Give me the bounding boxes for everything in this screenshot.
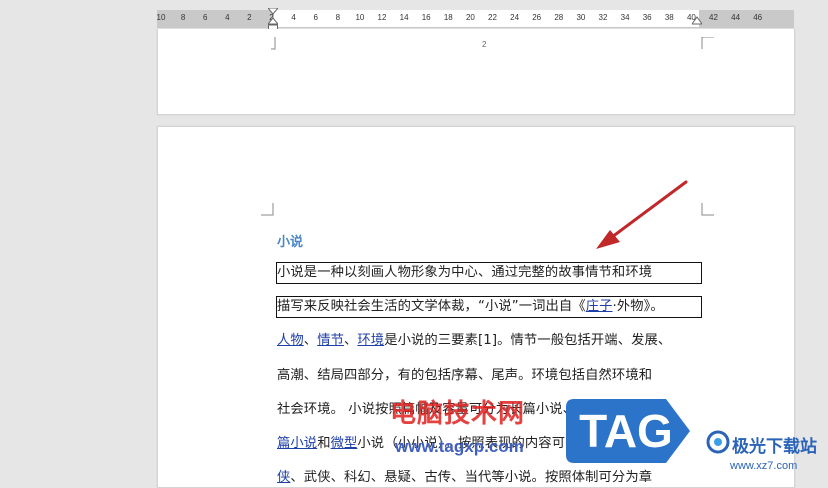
text-line[interactable]: 侠、武侠、科幻、悬疑、古传、当代等小说。按照体制可分为章 bbox=[277, 468, 701, 488]
ruler-tick-label: 34 bbox=[620, 13, 630, 22]
hyperlink[interactable]: 庄子 bbox=[586, 299, 613, 314]
margin-corner-mark bbox=[701, 37, 714, 49]
ruler-tick-label: 12 bbox=[377, 13, 387, 22]
ruler-tick-label: 2 bbox=[247, 13, 252, 22]
ruler-tick-label: 10 bbox=[156, 13, 166, 22]
text-line[interactable]: 高潮、结局四部分，有的包括序幕、尾声。环境包括自然环境和 bbox=[277, 366, 701, 386]
jiguang-logo-icon bbox=[706, 430, 730, 454]
tag-logo: TAG bbox=[560, 393, 692, 469]
text-run: 描写来反映社会生活的文学体裁，“小说”一词出自《 bbox=[277, 299, 586, 315]
document-page[interactable]: 小说 小说是一种以刻画人物形象为中心、通过完整的故事情节和环境 描写来反映社会生活… bbox=[157, 126, 795, 488]
document-heading[interactable]: 小说 bbox=[277, 231, 303, 250]
hyperlink[interactable]: 人物 bbox=[277, 333, 304, 348]
margin-corner-mark bbox=[701, 203, 714, 216]
ruler-tick-label: 14 bbox=[399, 13, 409, 22]
hyperlink[interactable]: 篇小说 bbox=[277, 436, 317, 451]
selected-text-line[interactable]: 小说是一种以刻画人物形象为中心、通过完整的故事情节和环境 bbox=[276, 262, 702, 284]
ruler-left-margin bbox=[157, 10, 274, 27]
text-run: 和 bbox=[317, 436, 331, 451]
ruler-tick-label: 22 bbox=[488, 13, 497, 22]
ruler-tick-label: 20 bbox=[465, 13, 475, 22]
hyperlink[interactable]: 情节 bbox=[317, 333, 344, 348]
text-run: 、 bbox=[303, 333, 318, 349]
ruler-tick-label: 16 bbox=[421, 13, 431, 22]
hyperlink[interactable]: 侠 bbox=[277, 470, 290, 485]
watermark-jiguang-name: 极光下载站 bbox=[732, 437, 817, 457]
text-run: 、 bbox=[344, 333, 358, 349]
ruler-tick-label: 36 bbox=[642, 13, 652, 22]
ruler-tick-label: 6 bbox=[313, 13, 318, 22]
text-run: 小说是一种以刻画人物形象为中心、通过完整的故事情节和环境 bbox=[277, 265, 653, 280]
ruler-tick-label: 26 bbox=[532, 13, 542, 22]
text-run: 是小说的三要素[1]。情节一般包括开端、发展、 bbox=[384, 333, 672, 349]
ruler-tick-label: 44 bbox=[731, 13, 741, 22]
watermark-site-name: 电脑技术网 bbox=[390, 399, 526, 429]
page-number: 2 bbox=[482, 40, 487, 49]
ruler-tick-label: 6 bbox=[202, 13, 208, 22]
watermark-site-url: www.tagxp.com bbox=[395, 437, 524, 456]
tag-logo-text: TAG bbox=[579, 405, 673, 457]
text-run: 、武侠、科幻、悬疑、古传、当代等小说。按照体制可分为章 bbox=[290, 470, 653, 486]
watermark-jiguang-url: www.xz7.com bbox=[730, 460, 798, 472]
ruler-tick-label: 42 bbox=[709, 13, 718, 22]
ruler-tick-label: 46 bbox=[753, 13, 763, 22]
ruler-tick-label: 8 bbox=[335, 13, 341, 22]
selected-text-line[interactable]: 描写来反映社会生活的文学体裁，“小说”一词出自《庄子·外物》。 bbox=[276, 296, 702, 319]
text-line[interactable]: 人物、情节、环境是小说的三要素[1]。情节一般包括开端、发展、 bbox=[277, 331, 701, 351]
right-indent-marker-icon[interactable] bbox=[692, 16, 702, 28]
margin-corner-mark bbox=[271, 37, 276, 50]
red-arrow-annotation bbox=[596, 180, 688, 249]
document-page-previous: 2 bbox=[157, 29, 795, 115]
ruler-tick-label: 18 bbox=[443, 13, 453, 22]
ruler-tick-label: 30 bbox=[576, 13, 586, 22]
ruler-tick-label: 32 bbox=[598, 13, 608, 22]
ruler-tick-label: 10 bbox=[355, 13, 365, 22]
ruler-tick-label: 24 bbox=[510, 13, 520, 22]
ruler-tick-label: 38 bbox=[664, 13, 674, 22]
ruler-tick-label: 4 bbox=[291, 13, 296, 22]
text-run: ·外物》。 bbox=[612, 299, 664, 315]
hyperlink[interactable]: 微型 bbox=[331, 436, 358, 451]
ruler-tick-label: 4 bbox=[225, 13, 230, 22]
ruler-tick-label: 8 bbox=[180, 13, 186, 22]
hyperlink[interactable]: 环境 bbox=[357, 333, 384, 348]
ruler-tick-label: 28 bbox=[554, 13, 564, 22]
margin-corner-mark bbox=[261, 203, 274, 216]
text-run: 高潮、结局四部分，有的包括序幕、尾声。环境包括自然环境和 bbox=[277, 367, 653, 383]
